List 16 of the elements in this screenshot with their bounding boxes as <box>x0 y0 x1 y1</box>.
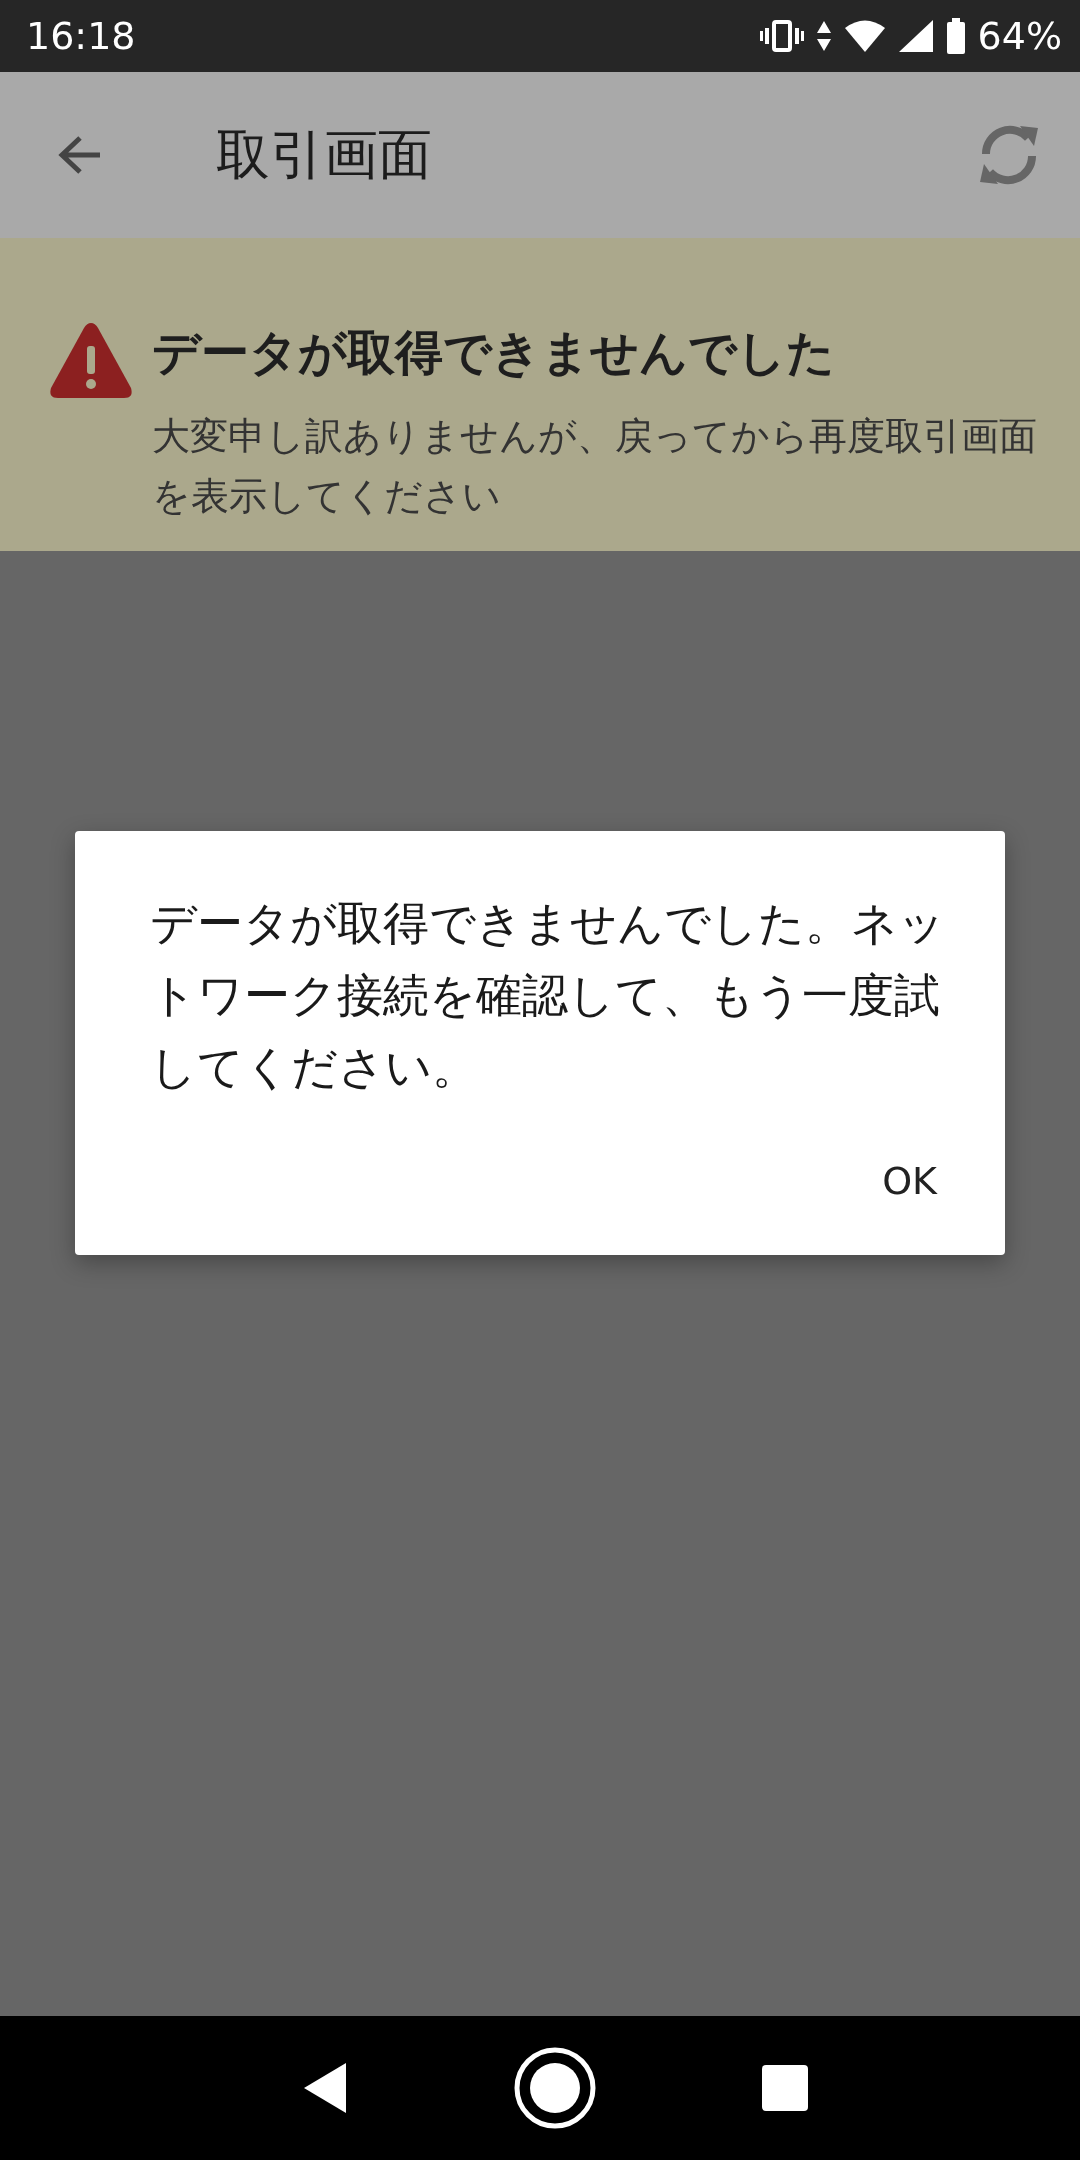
dialog-message: データが取得できませんでした。ネットワーク接続を確認して、もう一度試してください。 <box>150 895 946 1096</box>
data-arrows-icon <box>815 19 832 53</box>
warning-icon <box>48 320 134 400</box>
recents-icon[interactable] <box>761 2065 808 2111</box>
wifi-icon <box>843 19 886 53</box>
screen-title: 取引画面 <box>216 121 433 188</box>
vibrate-icon <box>759 19 804 53</box>
back-arrow-icon[interactable] <box>58 135 102 175</box>
battery-percent: 64% <box>977 14 1062 58</box>
signal-icon <box>897 19 934 53</box>
status-time: 16:18 <box>26 14 136 58</box>
dialog-button[interactable]: OK <box>864 1143 955 1219</box>
back-icon[interactable] <box>302 2061 349 2115</box>
home-icon[interactable] <box>513 2046 597 2130</box>
banner-message: 大変申し訳ありませんが、戻ってから再度取引画面を表示してください <box>152 413 1038 520</box>
battery-icon <box>945 18 966 54</box>
